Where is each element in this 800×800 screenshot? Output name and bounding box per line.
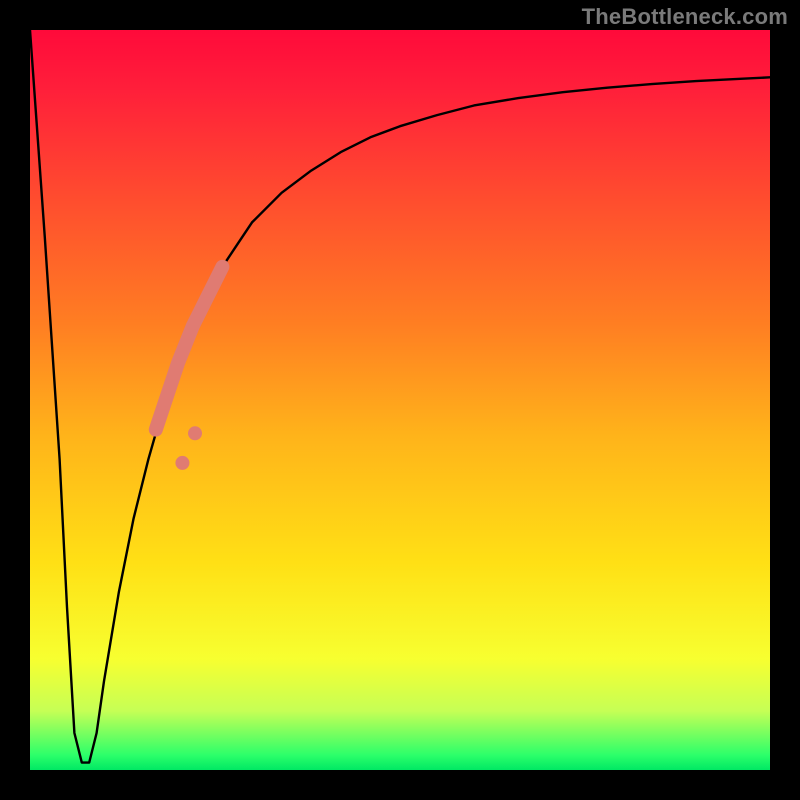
curve-svg	[30, 30, 770, 770]
highlight-dot	[175, 456, 189, 470]
highlight-dot	[188, 426, 202, 440]
bottleneck-curve	[30, 30, 770, 763]
highlight-dots	[175, 426, 202, 470]
highlight-segment	[156, 267, 223, 430]
watermark-text: TheBottleneck.com	[582, 4, 788, 30]
chart-frame: TheBottleneck.com	[0, 0, 800, 800]
plot-area	[30, 30, 770, 770]
